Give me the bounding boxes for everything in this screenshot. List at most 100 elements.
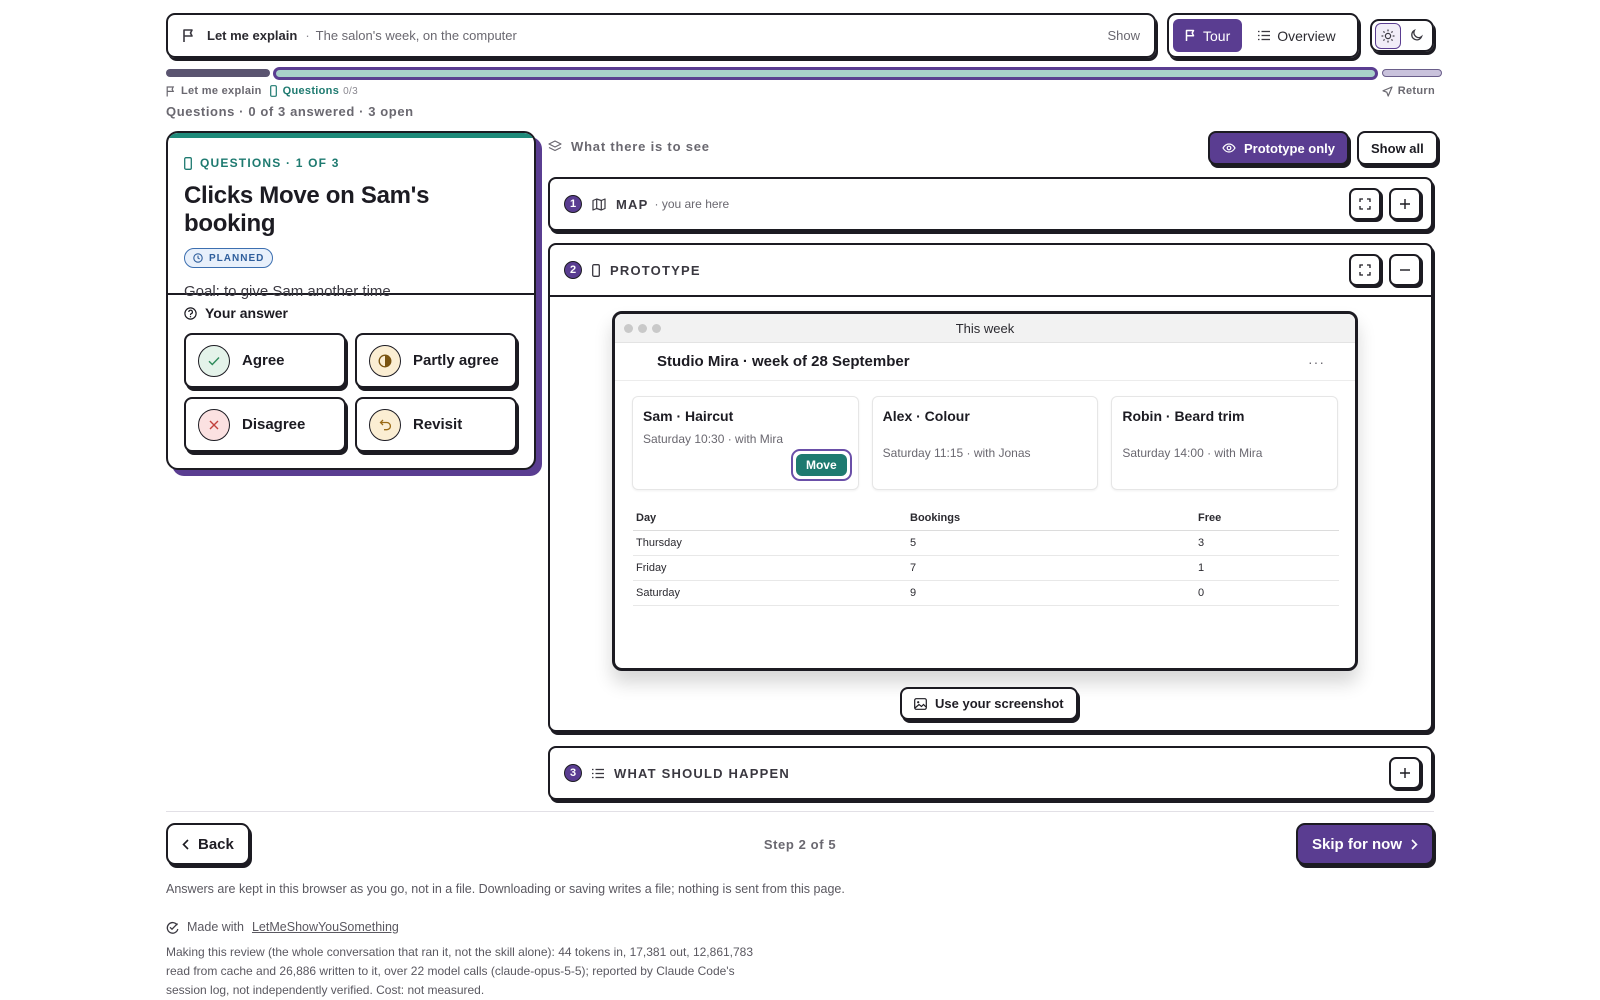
disagree-button[interactable]: Disagree — [184, 397, 346, 452]
progress-segment-questions[interactable] — [273, 67, 1378, 80]
cell-free: 1 — [1195, 555, 1339, 581]
flag-icon — [166, 85, 175, 97]
use-screenshot-label: Use your screenshot — [935, 696, 1064, 711]
booking-name: Sam · Haircut — [643, 408, 734, 424]
cell-free: 3 — [1195, 530, 1339, 556]
cell-day: Friday — [633, 555, 907, 581]
expand-icon — [1359, 264, 1371, 276]
show-button[interactable]: Show — [1107, 28, 1140, 43]
agree-button[interactable]: Agree — [184, 333, 346, 388]
made-with-link[interactable]: LetMeShowYouSomething — [252, 920, 399, 934]
revisit-button[interactable]: Revisit — [355, 397, 517, 452]
half-circle-icon — [369, 344, 401, 377]
prototype-only-button[interactable]: Prototype only — [1208, 131, 1350, 165]
revisit-label: Revisit — [413, 416, 463, 433]
overview-label: Overview — [1277, 27, 1336, 44]
explain-subtitle: The salon's week, on the computer — [315, 28, 517, 43]
collapse-panel-button[interactable] — [1389, 254, 1421, 286]
made-with-label: Made with — [187, 920, 244, 934]
return-link[interactable]: Return — [1382, 85, 1435, 97]
fullscreen-button[interactable] — [1349, 188, 1381, 220]
plus-icon — [1399, 767, 1411, 779]
partly-agree-button[interactable]: Partly agree — [355, 333, 517, 388]
more-menu-button[interactable]: ··· — [1308, 354, 1325, 370]
phone-icon — [592, 263, 600, 277]
week-table: Day Bookings Free Thursday 5 3 Friday 7 … — [633, 508, 1339, 606]
move-button[interactable]: Move — [790, 449, 852, 481]
made-with: Made with LetMeShowYouSomething — [166, 920, 399, 934]
panel-number: 1 — [564, 195, 582, 213]
list-icon — [1258, 30, 1271, 41]
prototype-body: This week Studio Mira · week of 28 Septe… — [550, 295, 1431, 730]
show-all-button[interactable]: Show all — [1357, 131, 1438, 165]
fullscreen-button[interactable] — [1349, 254, 1381, 286]
expand-panel-button[interactable] — [1389, 757, 1421, 789]
eye-icon — [1222, 143, 1236, 153]
cell-free: 0 — [1195, 580, 1339, 606]
map-icon — [592, 197, 606, 211]
crumb-questions[interactable]: Questions — [283, 85, 340, 97]
theme-switch — [1370, 19, 1434, 52]
dark-theme-button[interactable] — [1403, 23, 1429, 49]
check-icon — [198, 344, 230, 377]
status-badge: PLANNED — [184, 248, 274, 268]
question-title: Clicks Move on Sam's booking — [184, 182, 430, 237]
column-header-day: Day — [633, 508, 907, 531]
expand-panel-button[interactable] — [1389, 188, 1421, 220]
tour-button[interactable]: Tour — [1173, 19, 1243, 52]
progress-segment-return[interactable] — [1382, 69, 1442, 77]
progress-segment-explain[interactable] — [166, 69, 270, 77]
list-icon — [592, 768, 604, 779]
storage-note: Answers are kept in this browser as you … — [166, 882, 845, 896]
status-badge-label: PLANNED — [209, 252, 265, 264]
minus-icon — [1399, 264, 1411, 276]
show-all-label: Show all — [1371, 140, 1424, 156]
cost-note: Making this review (the whole conversati… — [166, 945, 754, 997]
x-icon — [198, 408, 230, 441]
studio-title: Studio Mira · week of 28 September — [657, 353, 910, 370]
panel-title: PROTOTYPE — [610, 262, 701, 278]
cell-day: Thursday — [633, 530, 907, 556]
prototype-panel: 2 PROTOTYPE This week Studio Mira · week… — [548, 243, 1433, 732]
overview-button[interactable]: Overview — [1246, 19, 1347, 52]
booking-card: Robin · Beard trim Saturday 14:00 · with… — [1111, 396, 1339, 490]
crumb-questions-count: 0/3 — [343, 85, 358, 97]
layers-icon — [548, 140, 562, 153]
panel-subtitle: · you are here — [654, 197, 730, 211]
window-titlebar: This week — [615, 314, 1355, 343]
flag-icon — [1185, 29, 1196, 42]
crumb-explain[interactable]: Let me explain — [181, 85, 262, 97]
clock-icon — [193, 253, 203, 263]
plus-icon — [1399, 198, 1411, 210]
light-theme-button[interactable] — [1375, 22, 1401, 49]
table-row: Saturday 9 0 — [633, 580, 1339, 606]
prototype-window: This week Studio Mira · week of 28 Septe… — [612, 311, 1358, 671]
undo-icon — [369, 408, 401, 441]
view-filter: Prototype only Show all — [1208, 131, 1438, 165]
booking-meta: Saturday 14:00 · with Mira — [1122, 446, 1263, 460]
phone-icon — [184, 156, 192, 170]
help-circle-icon — [184, 306, 197, 320]
phone-icon — [269, 85, 277, 97]
booking-list: Sam · Haircut Saturday 10:30 · with Mira… — [615, 381, 1355, 490]
divider — [166, 811, 1434, 812]
explain-bar[interactable]: Let me explain · The salon's week, on th… — [166, 13, 1156, 58]
column-header-free: Free — [1195, 508, 1339, 531]
skip-button[interactable]: Skip for now — [1296, 823, 1434, 865]
section-heading-label: What there is to see — [571, 139, 710, 154]
use-screenshot-button[interactable]: Use your screenshot — [900, 687, 1078, 720]
explain-title: Let me explain — [207, 28, 298, 43]
chevron-right-icon — [1411, 838, 1418, 850]
window-title: This week — [955, 320, 1015, 336]
column-header-bookings: Bookings — [907, 508, 1195, 531]
progress-track — [166, 67, 1442, 81]
answer-heading-label: Your answer — [205, 305, 288, 321]
cell-day: Saturday — [633, 580, 907, 606]
booking-name: Alex · Colour — [882, 408, 970, 424]
table-header-row: Day Bookings Free — [633, 508, 1339, 531]
prototype-only-label: Prototype only — [1244, 140, 1336, 156]
booking-meta: Saturday 11:15 · with Jonas — [882, 446, 1031, 460]
partly-agree-label: Partly agree — [413, 352, 499, 369]
table-row: Thursday 5 3 — [633, 530, 1339, 556]
mode-switch: Tour Overview — [1167, 13, 1359, 58]
